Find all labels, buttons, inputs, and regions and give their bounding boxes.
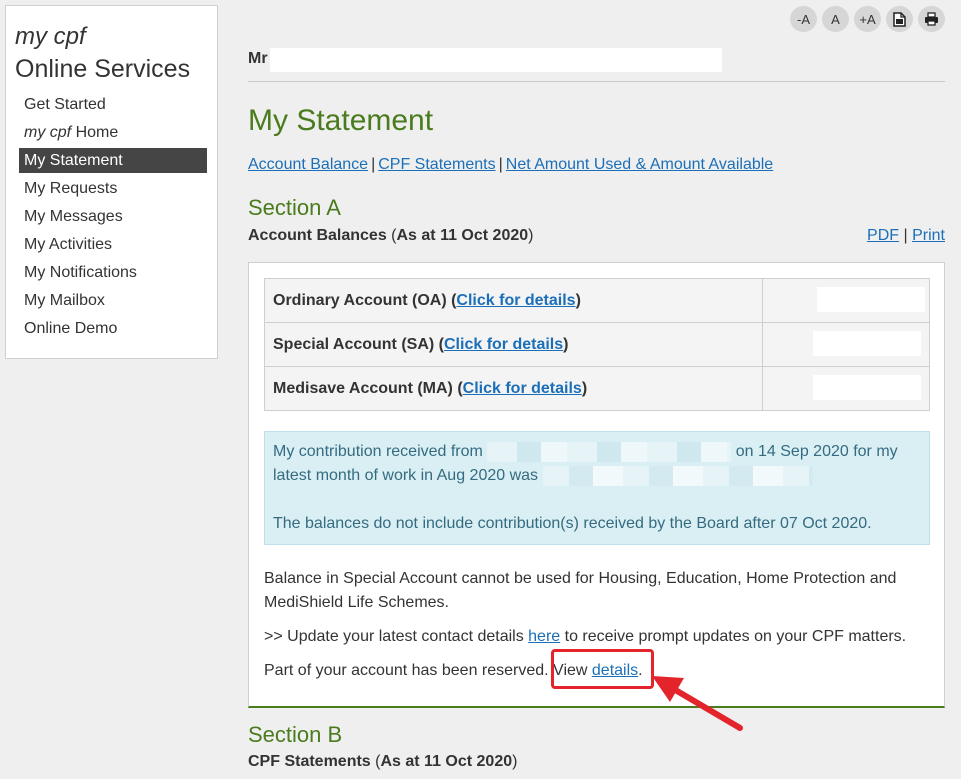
redacted-employer [487, 441, 732, 462]
sidebar-item-label: My Mailbox [24, 292, 105, 309]
sidebar-item-label: My Requests [24, 180, 118, 197]
account-value-cell [762, 322, 930, 367]
sidebar-item-my-messages[interactable]: My Messages [19, 203, 207, 231]
redacted-name [270, 48, 722, 72]
account-name: Ordinary Account (OA) [273, 291, 447, 309]
annotation-arrow-icon [652, 676, 743, 731]
user-greeting: Mr [248, 48, 945, 82]
sidebar-item-label: My Activities [24, 236, 113, 253]
section-a-date: As at 11 Oct 2020 [396, 227, 529, 244]
sidebar-item-label: My Statement [24, 152, 123, 169]
oa-details-link[interactable]: Click for details [456, 292, 575, 309]
table-row: Special Account (SA) (Click for details) [264, 322, 930, 367]
sidebar-item-label: Online Demo [24, 320, 118, 337]
highlight-box [551, 649, 654, 689]
user-salutation: Mr [248, 50, 268, 67]
redacted-value [813, 375, 921, 400]
link-account-balance[interactable]: Account Balance [248, 156, 368, 173]
sidebar-item-my-statement[interactable]: My Statement [19, 148, 207, 173]
contribution-text: My contribution received from on 14 Sep … [273, 440, 921, 488]
update-text-b: to receive prompt updates on your CPF ma… [560, 628, 907, 645]
balance-note: The balances do not include contribution… [273, 515, 872, 532]
contribution-info-box: My contribution received from on 14 Sep … [264, 431, 930, 545]
sidebar-item-my-notifications[interactable]: My Notifications [19, 259, 207, 287]
sa-details-link[interactable]: Click for details [444, 336, 563, 353]
sidebar-item-label: My Notifications [24, 264, 137, 281]
printer-icon [925, 12, 938, 26]
section-a-subtitle: Account Balances (As at 11 Oct 2020) [248, 227, 534, 244]
sidebar-item-label-italic: my cpf [24, 124, 72, 141]
page-title: My Statement [248, 104, 434, 137]
contribution-text-a: My contribution received from [273, 443, 488, 460]
update-contact-note: >> Update your latest contact details he… [264, 625, 930, 649]
sidebar-item-get-started[interactable]: Get Started [19, 91, 207, 119]
account-name: Medisave Account (MA) [273, 379, 453, 397]
separator: | [371, 156, 376, 173]
increase-font-button[interactable]: +A [854, 6, 881, 32]
link-net-amount[interactable]: Net Amount Used & Amount Available [506, 156, 773, 173]
brand-title: Online Services [15, 55, 191, 83]
print-button[interactable] [918, 6, 945, 32]
sidebar-item-label: Home [71, 124, 119, 141]
sidebar-nav: Get Started my cpf Home My Statement My … [6, 91, 217, 343]
ma-details-link[interactable]: Click for details [463, 380, 582, 397]
section-a-title: Section A [248, 195, 341, 220]
section-b-title: Section B [248, 722, 343, 747]
section-b-date: As at 11 Oct 2020 [380, 753, 513, 770]
quick-links: Account Balance | CPF Statements | Net Amoun… [248, 156, 773, 174]
redacted-value [817, 287, 925, 312]
sidebar: my cpf Online Services Get Started my cp… [5, 5, 218, 359]
decrease-font-button[interactable]: -A [790, 6, 817, 32]
pdf-link[interactable]: PDF [867, 227, 899, 244]
reserved-text-a: Part of your account has been reserved. … [264, 662, 592, 679]
account-name-cell: Special Account (SA) (Click for details) [264, 322, 763, 367]
account-value-cell [762, 278, 930, 323]
account-name-cell: Ordinary Account (OA) (Click for details… [264, 278, 763, 323]
redacted-value [813, 331, 921, 356]
update-contact-link[interactable]: here [528, 628, 560, 645]
brand: my cpf Online Services [6, 6, 217, 86]
section-a-label: Account Balances [248, 227, 387, 244]
pdf-print-links: PDF | Print [867, 227, 945, 244]
account-value-cell [762, 366, 930, 411]
table-row: Ordinary Account (OA) (Click for details… [264, 278, 930, 323]
link-cpf-statements[interactable]: CPF Statements [378, 156, 495, 173]
sidebar-item-label: My Messages [24, 208, 123, 225]
account-name-cell: Medisave Account (MA) (Click for details… [264, 366, 763, 411]
brand-italic: my cpf [15, 23, 86, 50]
document-icon [893, 11, 906, 27]
print-link[interactable]: Print [912, 227, 945, 244]
pdf-button[interactable] [886, 6, 913, 32]
table-row: Medisave Account (MA) (Click for details… [264, 366, 930, 411]
sidebar-item-my-mailbox[interactable]: My Mailbox [19, 287, 207, 315]
normal-font-button[interactable]: A [822, 6, 849, 32]
account-name: Special Account (SA) [273, 335, 435, 353]
font-toolbar: -A A +A [790, 6, 945, 32]
sidebar-item-label: Get Started [24, 96, 106, 113]
section-b-label: CPF Statements [248, 753, 371, 770]
sidebar-item-my-activities[interactable]: My Activities [19, 231, 207, 259]
sidebar-item-home[interactable]: my cpf Home [19, 119, 207, 147]
account-balances-panel: Ordinary Account (OA) (Click for details… [248, 262, 945, 708]
sidebar-item-online-demo[interactable]: Online Demo [19, 315, 207, 343]
section-b-subtitle: CPF Statements (As at 11 Oct 2020) [248, 753, 518, 770]
update-text-a: >> Update your latest contact details [264, 628, 529, 645]
separator: | [498, 156, 503, 173]
special-account-note: Balance in Special Account cannot be use… [264, 570, 897, 611]
sidebar-item-my-requests[interactable]: My Requests [19, 175, 207, 203]
account-balances-table: Ordinary Account (OA) (Click for details… [264, 278, 930, 411]
redacted-amount [542, 465, 813, 486]
